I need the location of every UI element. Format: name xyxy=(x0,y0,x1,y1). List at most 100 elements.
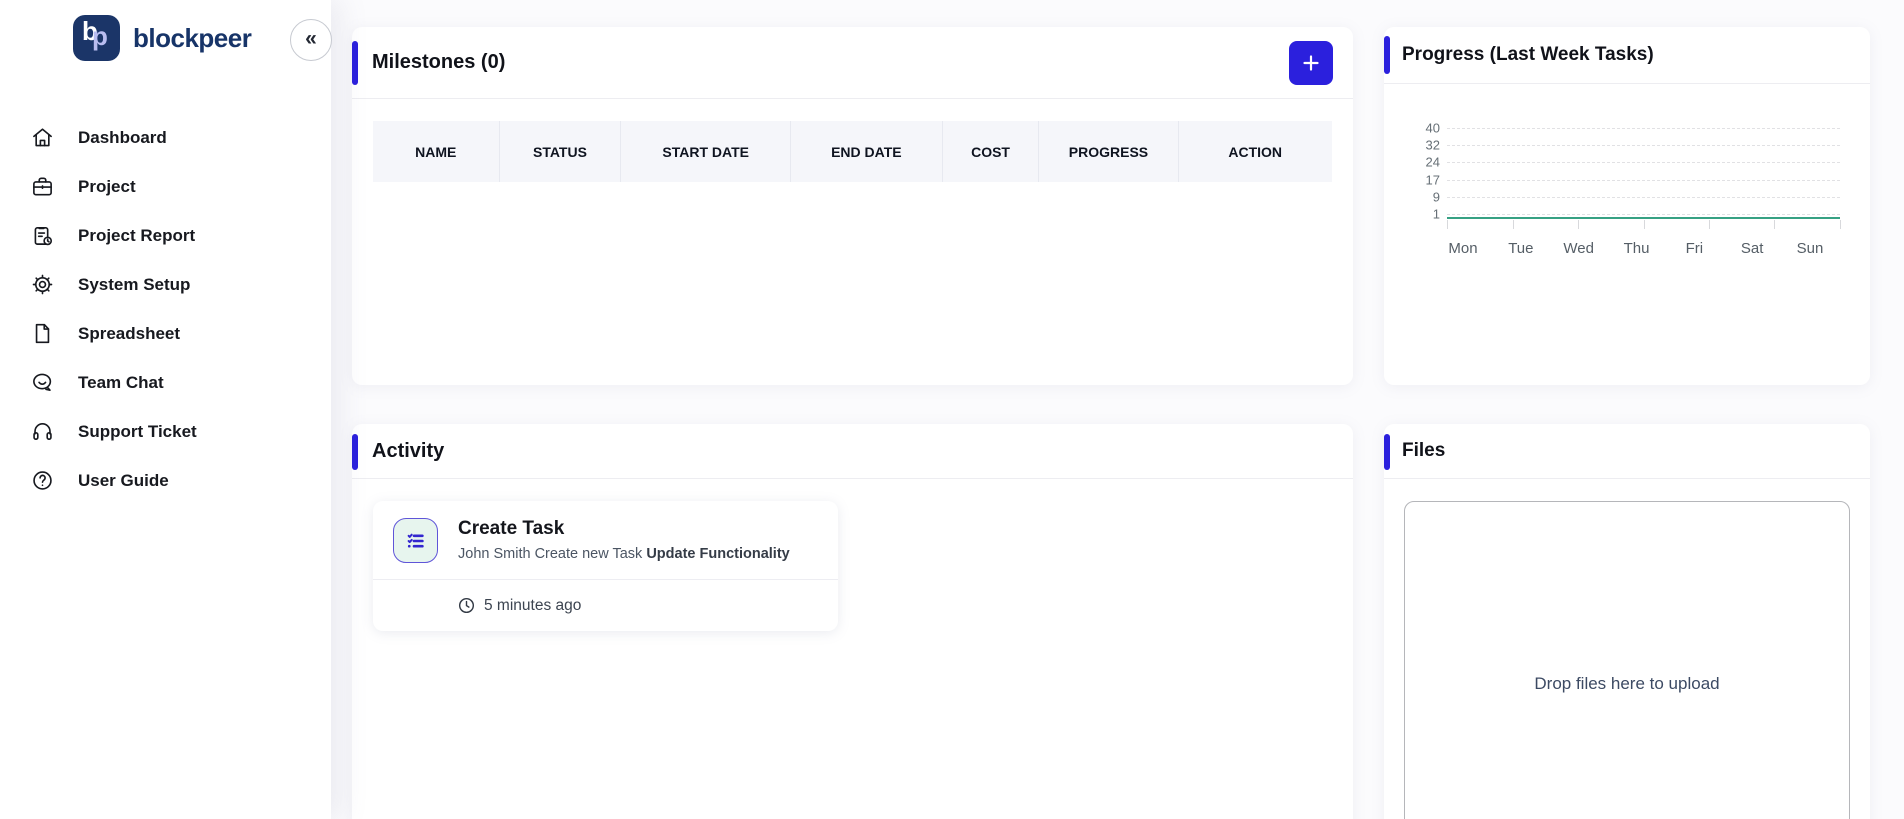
files-card: Files Drop files here to upload xyxy=(1384,424,1870,819)
milestones-column-header: ACTION xyxy=(1179,121,1332,182)
chart-plot-area xyxy=(1447,128,1840,214)
sidebar-item-dashboard[interactable]: Dashboard xyxy=(0,113,331,162)
sidebar-item-label: Project xyxy=(78,177,136,197)
right-column: Progress (Last Week Tasks) 40 32 24 17 9 1 Mo… xyxy=(1384,27,1870,819)
activity-item-time: 5 minutes ago xyxy=(484,597,581,615)
clock-icon xyxy=(457,596,476,615)
chart-x-tick xyxy=(1513,220,1514,229)
milestones-table: NAMESTATUSSTART DATEEND DATECOSTPROGRESS… xyxy=(373,121,1332,182)
milestones-column-header: START DATE xyxy=(621,121,791,182)
chart-x-tick xyxy=(1774,220,1775,229)
gear-icon xyxy=(31,273,54,296)
dropzone-text: Drop files here to upload xyxy=(1534,674,1719,819)
sidebar-item-label: Dashboard xyxy=(78,128,167,148)
sidebar-item-label: Support Ticket xyxy=(78,422,197,442)
milestones-column-header: END DATE xyxy=(791,121,943,182)
chart-y-tick-label: 17 xyxy=(1426,172,1440,187)
activity-item-footer: 5 minutes ago xyxy=(373,579,838,631)
milestones-column-header: STATUS xyxy=(500,121,622,182)
chart-y-tick-label: 1 xyxy=(1433,207,1440,222)
sidebar: b p blockpeer Dashboard Project Project … xyxy=(0,0,331,819)
chart-x-tick xyxy=(1447,220,1448,229)
activity-item: Create Task John Smith Create new Task U… xyxy=(373,501,838,631)
sidebar-item-label: Project Report xyxy=(78,226,195,246)
main-content: Milestones (0) NAMESTATUSSTART DATEEND D… xyxy=(352,27,1870,819)
chart-x-tick-label: Sat xyxy=(1741,240,1764,257)
milestones-table-header-row: NAMESTATUSSTART DATEEND DATECOSTPROGRESS… xyxy=(373,121,1332,182)
files-title: Files xyxy=(1402,440,1445,462)
logo-letter-p: p xyxy=(92,21,108,52)
plus-icon xyxy=(1301,53,1321,73)
milestones-column-header: COST xyxy=(943,121,1040,182)
chart-x-tick-label: Mon xyxy=(1448,240,1477,257)
chart-x-tick-label: Thu xyxy=(1624,240,1650,257)
chart-y-axis: 4032241791 xyxy=(1400,128,1440,214)
milestones-card: Milestones (0) NAMESTATUSSTART DATEEND D… xyxy=(352,27,1353,385)
milestones-column-header: PROGRESS xyxy=(1039,121,1178,182)
file-icon xyxy=(31,322,54,345)
task-list-icon xyxy=(393,518,438,563)
milestones-column-header: NAME xyxy=(373,121,500,182)
briefcase-icon xyxy=(31,175,54,198)
progress-card-header: Progress (Last Week Tasks) xyxy=(1384,27,1870,84)
add-milestone-button[interactable] xyxy=(1289,41,1333,85)
last-week-tasks-chart: 40 32 24 17 9 1 Mon Tue Wed Thu Fri Sat Sun xyxy=(1384,84,1870,260)
sidebar-item-label: Spreadsheet xyxy=(78,324,180,344)
home-icon xyxy=(31,126,54,149)
activity-card-header: Activity xyxy=(352,424,1353,479)
milestones-title: Milestones (0) xyxy=(372,51,505,74)
chart-y-tick-label: 9 xyxy=(1433,189,1440,204)
blockpeer-logo-icon: b p xyxy=(73,15,120,61)
activity-card: Activity Create Task John Smith Create n… xyxy=(352,424,1353,819)
chart-x-tick-label: Fri xyxy=(1686,240,1704,257)
activity-title: Activity xyxy=(372,440,444,463)
chat-icon xyxy=(31,371,54,394)
progress-title: Progress (Last Week Tasks) xyxy=(1402,44,1654,66)
chart-x-ticks xyxy=(1447,220,1840,229)
sidebar-item-project-report[interactable]: Project Report xyxy=(0,211,331,260)
chart-line-series xyxy=(1447,128,1840,218)
chart-x-tick xyxy=(1709,220,1710,229)
sidebar-item-spreadsheet[interactable]: Spreadsheet xyxy=(0,309,331,358)
files-card-header: Files xyxy=(1384,424,1870,479)
progress-card: Progress (Last Week Tasks) 40 32 24 17 9 1 Mo… xyxy=(1384,27,1870,385)
brand[interactable]: b p blockpeer xyxy=(0,0,331,61)
chart-x-tick-label: Tue xyxy=(1508,240,1533,257)
sidebar-item-system-setup[interactable]: System Setup xyxy=(0,260,331,309)
chart-x-tick xyxy=(1840,220,1841,229)
card-accent-bar xyxy=(1384,434,1390,470)
chart-y-tick-label: 40 xyxy=(1426,121,1440,136)
milestones-card-header: Milestones (0) xyxy=(352,27,1353,99)
chart-plot: 4032241791 xyxy=(1400,128,1840,214)
card-accent-bar xyxy=(352,434,358,470)
question-icon xyxy=(31,469,54,492)
sidebar-item-team-chat[interactable]: Team Chat xyxy=(0,358,331,407)
headset-icon xyxy=(31,420,54,443)
card-accent-bar xyxy=(1384,36,1390,74)
chart-y-tick-label: 24 xyxy=(1426,155,1440,170)
chart-x-tick-label: Sun xyxy=(1797,240,1824,257)
chart-x-tick-label: Wed xyxy=(1563,240,1594,257)
chart-x-tick xyxy=(1578,220,1579,229)
sidebar-item-project[interactable]: Project xyxy=(0,162,331,211)
file-dropzone[interactable]: Drop files here to upload xyxy=(1404,501,1850,819)
sidebar-item-user-guide[interactable]: User Guide xyxy=(0,456,331,505)
sidebar-item-label: User Guide xyxy=(78,471,169,491)
sidebar-item-label: Team Chat xyxy=(78,373,164,393)
activity-item-description: John Smith Create new Task Update Functi… xyxy=(458,546,790,562)
sidebar-collapse-button[interactable]: « xyxy=(290,19,332,61)
sidebar-item-support-ticket[interactable]: Support Ticket xyxy=(0,407,331,456)
sidebar-item-label: System Setup xyxy=(78,275,190,295)
sidebar-nav: Dashboard Project Project Report System … xyxy=(0,113,331,505)
report-icon xyxy=(31,224,54,247)
chart-x-axis: MonTueWedThuFriSatSun xyxy=(1463,240,1810,260)
app-root: b p blockpeer Dashboard Project Project … xyxy=(0,0,1904,819)
activity-item-title: Create Task xyxy=(458,518,790,540)
card-accent-bar xyxy=(352,41,358,85)
brand-name: blockpeer xyxy=(133,23,251,54)
chart-y-tick-label: 32 xyxy=(1426,138,1440,153)
activity-list: Create Task John Smith Create new Task U… xyxy=(352,501,1353,631)
chart-x-tick xyxy=(1644,220,1645,229)
activity-item-body: Create Task John Smith Create new Task U… xyxy=(373,501,838,579)
left-column: Milestones (0) NAMESTATUSSTART DATEEND D… xyxy=(352,27,1353,819)
